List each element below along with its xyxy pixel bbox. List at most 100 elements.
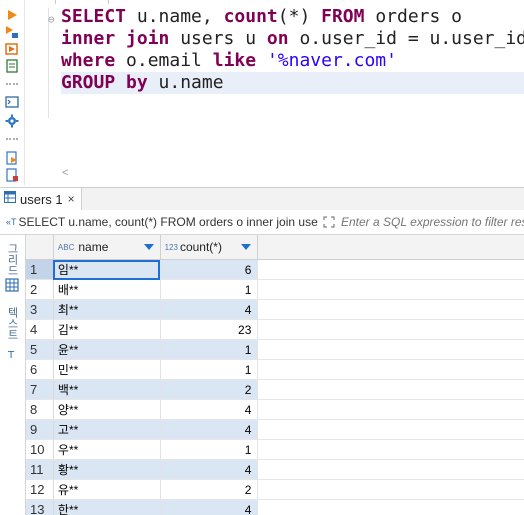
grid-view-label[interactable]: 그리드 (4, 243, 20, 279)
cell-name[interactable]: 김** (53, 319, 161, 340)
cell-count[interactable]: 23 (160, 319, 259, 340)
cell-count[interactable]: 1 (160, 359, 259, 380)
settings-gear-icon[interactable] (4, 113, 20, 129)
ruler-tick (108, 0, 109, 4)
close-icon[interactable]: × (68, 192, 75, 206)
table-row[interactable]: 12 유** 2 (26, 479, 524, 500)
table-row[interactable]: 4 김** 23 (26, 319, 524, 340)
cell-name[interactable]: 최** (53, 299, 161, 320)
row-filler (257, 399, 524, 420)
grid-view-icon[interactable] (5, 278, 21, 294)
table-row[interactable]: 2 배** 1 (26, 279, 524, 300)
row-filler (257, 299, 524, 320)
column-filter-icon[interactable] (241, 244, 252, 250)
row-number[interactable]: 8 (26, 399, 54, 420)
cell-name[interactable]: 민** (53, 359, 161, 380)
row-number[interactable]: 6 (26, 359, 54, 380)
code-line[interactable]: where o.email like '%naver.com' (61, 50, 524, 72)
row-number[interactable]: 1 (26, 259, 54, 280)
cell-name[interactable]: 윤** (53, 339, 161, 360)
cell-name[interactable]: 황** (53, 459, 161, 480)
text-view-label-text: 텍스트 (6, 307, 18, 340)
cell-count[interactable]: 4 (160, 399, 259, 420)
column-header-name[interactable]: ABC name (53, 235, 161, 260)
cell-count[interactable]: 4 (160, 459, 259, 480)
filter-input[interactable] (341, 214, 524, 230)
row-filler (257, 279, 524, 300)
table-row[interactable]: 11 황** 4 (26, 459, 524, 480)
scroll-left-icon[interactable]: < (62, 167, 68, 179)
execute-new-tab-icon[interactable] (4, 41, 20, 57)
cell-count[interactable]: 1 (160, 439, 259, 460)
text-view-label[interactable]: 텍스트 (4, 307, 20, 343)
cell-name[interactable]: 한** (53, 499, 161, 515)
sql-token: u.name, (126, 6, 224, 27)
table-icon (4, 190, 16, 208)
cell-name[interactable]: 배** (53, 279, 161, 300)
table-row[interactable]: 5 윤** 1 (26, 339, 524, 360)
code-line[interactable]: inner join users u on o.user_id = u.user… (61, 28, 524, 50)
text-view-icon[interactable]: T (5, 347, 21, 363)
cell-count[interactable]: 2 (160, 479, 259, 500)
cell-count[interactable]: 6 (160, 259, 259, 280)
column-filter-icon[interactable] (143, 244, 154, 250)
cell-count[interactable]: 4 (160, 299, 259, 320)
code-line[interactable]: GROUP by u.name (61, 72, 524, 94)
row-number[interactable]: 3 (26, 299, 54, 320)
row-filler (257, 359, 524, 380)
cell-name[interactable]: 고** (53, 419, 161, 440)
sql-keyword: count (223, 6, 278, 27)
execute-script-icon[interactable] (4, 24, 20, 40)
execute-statement-icon[interactable] (4, 7, 20, 23)
cell-name[interactable]: 유** (53, 479, 161, 500)
cell-count[interactable]: 1 (160, 339, 259, 360)
sql-token: (*) (277, 6, 322, 27)
row-number[interactable]: 5 (26, 339, 54, 360)
column-header-count[interactable]: 123 count(*) (160, 235, 259, 260)
row-number[interactable]: 9 (26, 419, 54, 440)
save-results-icon[interactable] (4, 167, 20, 183)
cell-name[interactable]: 임** (53, 259, 161, 280)
row-number[interactable]: 10 (26, 439, 54, 460)
row-number[interactable]: 11 (26, 459, 54, 480)
row-number[interactable]: 4 (26, 319, 54, 340)
filter-bar: «T SELECT u.name, count(*) FROM orders o… (0, 210, 524, 235)
table-row[interactable]: 10 우** 1 (26, 439, 524, 460)
table-row[interactable]: 1 임** 6 (26, 259, 524, 280)
sql-token: users u (169, 28, 267, 49)
code-line[interactable]: SELECT u.name, count(*) FROM orders o (61, 6, 524, 28)
table-row[interactable]: 6 민** 1 (26, 359, 524, 380)
sql-editor[interactable]: ⊖ SELECT u.name, count(*) FROM orders oi… (0, 0, 524, 185)
expand-filter-icon[interactable] (323, 215, 335, 233)
header-filler (257, 235, 524, 260)
table-row[interactable]: 7 백** 2 (26, 379, 524, 400)
cell-count[interactable]: 4 (160, 419, 259, 440)
cell-count[interactable]: 4 (160, 499, 259, 515)
cell-name[interactable]: 백** (53, 379, 161, 400)
table-row[interactable]: 9 고** 4 (26, 419, 524, 440)
sql-code[interactable]: SELECT u.name, count(*) FROM orders o inn… (61, 6, 524, 94)
cell-count[interactable]: 1 (160, 279, 259, 300)
query-summary[interactable]: «T SELECT u.name, count(*) FROM orders o… (6, 214, 318, 230)
fold-marker-icon[interactable]: ⊖ (48, 13, 55, 26)
cell-name[interactable]: 우** (53, 439, 161, 460)
export-results-icon[interactable] (4, 150, 20, 166)
tab-users-1[interactable]: users 1 × (0, 188, 82, 210)
cell-count[interactable]: 2 (160, 379, 259, 400)
sql-token: o.user_id = u.user_id (288, 28, 524, 49)
table-row[interactable]: 3 최** 4 (26, 299, 524, 320)
cell-name[interactable]: 양** (53, 399, 161, 420)
explain-plan-icon[interactable] (4, 58, 20, 74)
row-number[interactable]: 13 (26, 499, 54, 515)
results-grid[interactable]: ABC name 123 count(*) 1 임** 6 2 배** 1 3 최** 4 4 김*… (26, 235, 524, 515)
column-name-label: name (78, 240, 109, 254)
editor-toolbar (0, 0, 25, 185)
row-number[interactable]: 7 (26, 379, 54, 400)
row-number[interactable]: 12 (26, 479, 54, 500)
terminal-icon[interactable] (4, 94, 20, 110)
table-row[interactable]: 13 한** 4 (26, 499, 524, 515)
table-row[interactable]: 8 양** 4 (26, 399, 524, 420)
row-number[interactable]: 2 (26, 279, 54, 300)
row-filler (257, 479, 524, 500)
